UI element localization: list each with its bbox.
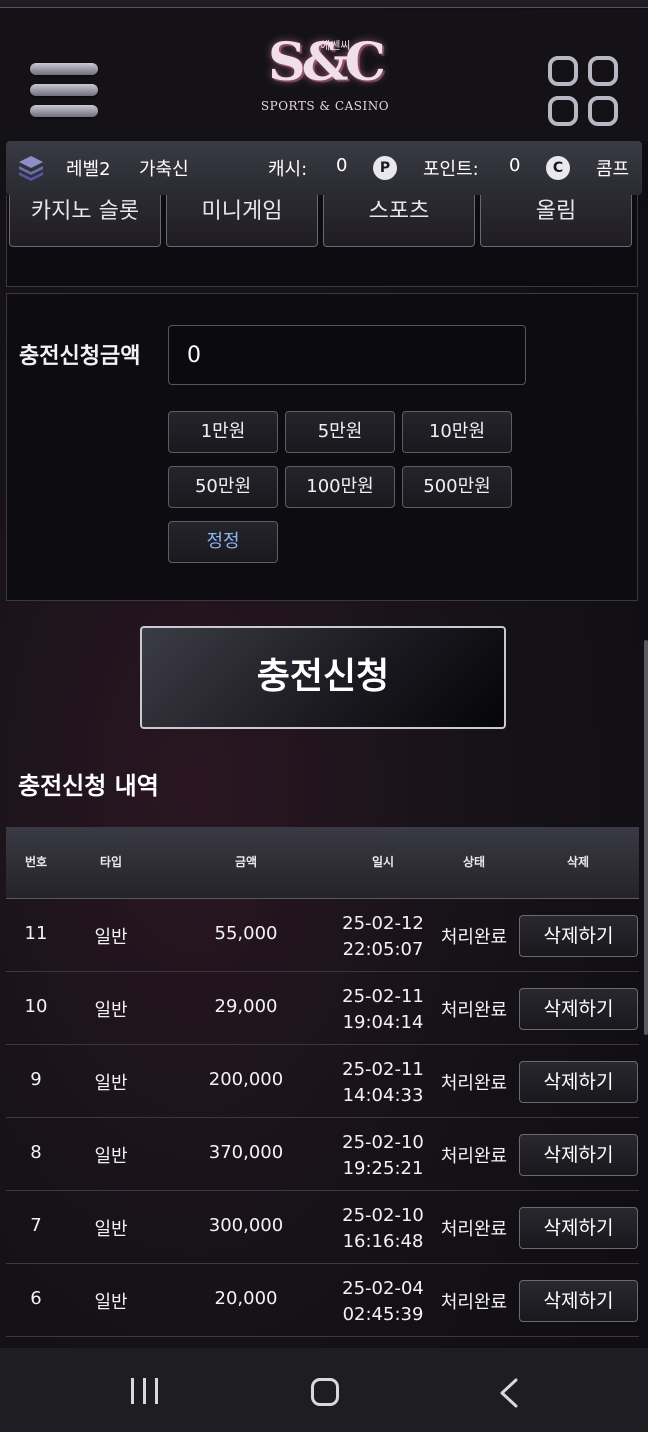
delete-button[interactable]: 삭제하기 bbox=[519, 915, 638, 957]
row-amount: 29,000 bbox=[214, 996, 278, 1017]
row-datetime: 25-02-04 02:45:39 bbox=[342, 1278, 424, 1325]
status-strip bbox=[0, 0, 648, 8]
site-logo[interactable]: 에쎈씨 S&C SPORTS & CASINO bbox=[250, 25, 400, 135]
scrollbar[interactable] bbox=[644, 640, 648, 1035]
logo-subtitle: 에쎈씨 bbox=[320, 39, 351, 52]
comp-button[interactable]: 콤프 bbox=[596, 155, 629, 181]
system-nav-bar bbox=[0, 1348, 648, 1432]
row-status: 처리완료 bbox=[440, 1000, 508, 1021]
user-info-bar: 레벨2 가축신 캐시: 0 P 포인트: 0 C 콤프 bbox=[6, 141, 642, 195]
point-icon: P bbox=[373, 156, 397, 180]
cash-value: 0 bbox=[336, 155, 348, 176]
table-row: 10 일반 29,000 25-02-11 19:04:14 처리완료 삭제하기 bbox=[6, 972, 639, 1045]
row-number: 8 bbox=[30, 1142, 42, 1163]
row-type: 일반 bbox=[94, 1073, 128, 1094]
point-value: 0 bbox=[509, 155, 521, 176]
row-type: 일반 bbox=[94, 927, 128, 948]
logo-text: SPORTS & CASINO bbox=[260, 99, 390, 113]
tab-extra[interactable]: 올림 bbox=[480, 195, 632, 247]
row-status: 처리완료 bbox=[440, 1073, 508, 1094]
row-status: 처리완료 bbox=[440, 1219, 508, 1240]
row-status: 처리완료 bbox=[440, 1292, 508, 1313]
row-status: 처리완료 bbox=[440, 927, 508, 948]
col-status: 상태 bbox=[462, 855, 486, 869]
row-datetime: 25-02-11 14:04:33 bbox=[342, 1059, 424, 1106]
history-table-header: 번호 타입 금액 일시 상태 삭제 bbox=[6, 827, 639, 899]
amount-50k-button[interactable]: 5만원 bbox=[285, 411, 395, 453]
history-title: 충전신청 내역 bbox=[18, 772, 159, 800]
table-row: 6 일반 20,000 25-02-04 02:45:39 처리완료 삭제하기 bbox=[6, 1264, 639, 1337]
layers-icon bbox=[19, 156, 43, 181]
charge-amount-label: 충전신청금액 bbox=[19, 344, 141, 369]
col-amount: 금액 bbox=[234, 855, 258, 869]
row-type: 일반 bbox=[94, 1146, 128, 1167]
row-number: 10 bbox=[24, 996, 48, 1017]
amount-5m-button[interactable]: 500만원 bbox=[402, 466, 512, 508]
reset-amount-button[interactable]: 정정 bbox=[168, 521, 278, 563]
charge-amount-input[interactable] bbox=[168, 325, 526, 385]
row-type: 일반 bbox=[94, 1292, 128, 1313]
row-type: 일반 bbox=[94, 1000, 128, 1021]
col-datetime: 일시 bbox=[371, 855, 395, 869]
point-label: 포인트: bbox=[423, 159, 479, 180]
delete-button[interactable]: 삭제하기 bbox=[519, 1061, 638, 1103]
row-number: 11 bbox=[24, 923, 48, 944]
row-number: 6 bbox=[30, 1288, 42, 1309]
charge-form: 충전신청금액 1만원 5만원 10만원 50만원 100만원 500만원 정정 bbox=[6, 293, 638, 601]
delete-button[interactable]: 삭제하기 bbox=[519, 1207, 638, 1249]
table-row: 8 일반 370,000 25-02-10 19:25:21 처리완료 삭제하기 bbox=[6, 1118, 639, 1191]
delete-button[interactable]: 삭제하기 bbox=[519, 988, 638, 1030]
row-status: 처리완료 bbox=[440, 1146, 508, 1167]
col-delete: 삭제 bbox=[566, 855, 590, 869]
game-tabs: 카지노 슬롯 미니게임 스포츠 올림 bbox=[6, 195, 638, 287]
row-type: 일반 bbox=[94, 1219, 128, 1240]
tab-sports[interactable]: 스포츠 bbox=[323, 195, 475, 247]
row-datetime: 25-02-12 22:05:07 bbox=[342, 913, 424, 960]
amount-100k-button[interactable]: 10만원 bbox=[402, 411, 512, 453]
charge-submit-button[interactable]: 충전신청 bbox=[140, 626, 506, 729]
menu-icon[interactable] bbox=[30, 63, 98, 117]
cash-label: 캐시: bbox=[268, 159, 308, 180]
row-number: 9 bbox=[30, 1069, 42, 1090]
table-row: 11 일반 55,000 25-02-12 22:05:07 처리완료 삭제하기 bbox=[6, 899, 639, 972]
tab-casino-slot[interactable]: 카지노 슬롯 bbox=[9, 195, 161, 247]
amount-1m-button[interactable]: 100만원 bbox=[285, 466, 395, 508]
row-amount: 370,000 bbox=[208, 1142, 284, 1163]
row-amount: 200,000 bbox=[208, 1069, 284, 1090]
site-header: 에쎈씨 S&C SPORTS & CASINO bbox=[0, 9, 648, 141]
amount-500k-button[interactable]: 50만원 bbox=[168, 466, 278, 508]
user-level: 레벨2 bbox=[66, 159, 111, 180]
row-amount: 55,000 bbox=[214, 923, 278, 944]
row-datetime: 25-02-10 19:25:21 bbox=[342, 1132, 424, 1179]
row-number: 7 bbox=[30, 1215, 42, 1236]
recent-apps-icon[interactable] bbox=[131, 1378, 159, 1404]
comp-icon: C bbox=[546, 156, 570, 180]
tab-minigame[interactable]: 미니게임 bbox=[166, 195, 318, 247]
row-datetime: 25-02-10 16:16:48 bbox=[342, 1205, 424, 1252]
delete-button[interactable]: 삭제하기 bbox=[519, 1280, 638, 1322]
back-icon[interactable] bbox=[496, 1378, 522, 1408]
username: 가축신 bbox=[139, 159, 189, 180]
row-amount: 300,000 bbox=[208, 1215, 284, 1236]
grid-menu-icon[interactable] bbox=[548, 56, 620, 128]
row-amount: 20,000 bbox=[214, 1288, 278, 1309]
table-row: 7 일반 300,000 25-02-10 16:16:48 처리완료 삭제하기 bbox=[6, 1191, 639, 1264]
delete-button[interactable]: 삭제하기 bbox=[519, 1134, 638, 1176]
col-number: 번호 bbox=[24, 855, 48, 869]
col-type: 타입 bbox=[99, 855, 123, 869]
table-row: 9 일반 200,000 25-02-11 14:04:33 처리완료 삭제하기 bbox=[6, 1045, 639, 1118]
row-datetime: 25-02-11 19:04:14 bbox=[342, 986, 424, 1033]
amount-10k-button[interactable]: 1만원 bbox=[168, 411, 278, 453]
home-icon[interactable] bbox=[311, 1378, 339, 1406]
